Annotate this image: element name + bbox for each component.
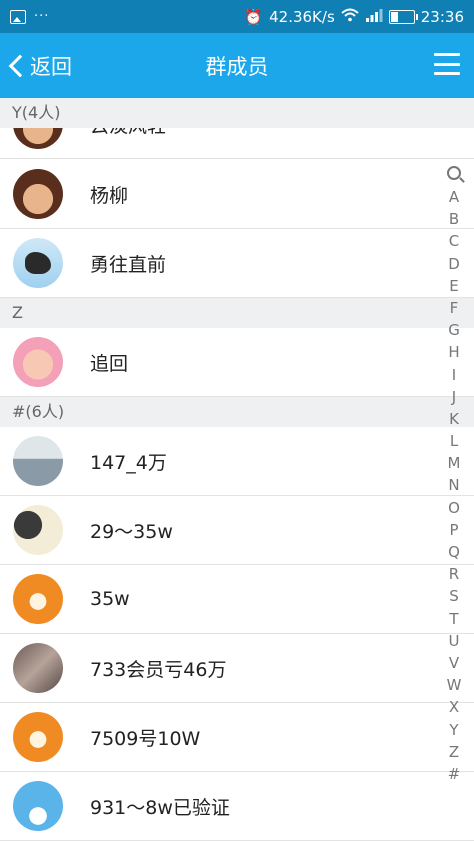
member-name: 733会员亏46万 (90, 658, 227, 681)
avatar (13, 505, 63, 555)
status-bar: ··· ⏰ 42.36K/s 23:36 (0, 0, 474, 33)
avatar (13, 128, 63, 149)
member-name: 931～8w已验证 (90, 796, 230, 819)
list-item[interactable]: 29～35w (0, 496, 474, 565)
section-header-hash: #(6人) (0, 397, 474, 427)
wifi-icon (341, 8, 359, 26)
index-letter-d[interactable]: D (448, 253, 460, 275)
list-item[interactable]: 杨柳 (0, 160, 474, 229)
index-letter-c[interactable]: C (449, 230, 459, 252)
list-item[interactable]: 7509号10W (0, 703, 474, 772)
index-letter-r[interactable]: R (449, 563, 459, 585)
search-icon[interactable] (447, 166, 461, 180)
index-letter-h[interactable]: H (448, 341, 459, 363)
list-item[interactable]: 35w (0, 565, 474, 634)
list-item[interactable]: 追回 (0, 328, 474, 397)
index-letter-p[interactable]: P (449, 519, 458, 541)
index-letter-m[interactable]: M (448, 452, 461, 474)
alarm-icon: ⏰ (244, 7, 264, 26)
more-dots-icon: ··· (34, 9, 50, 24)
list-item[interactable]: 733会员亏46万 (0, 634, 474, 703)
member-name: 7509号10W (90, 727, 201, 750)
index-letter-l[interactable]: L (450, 430, 458, 452)
index-letter-x[interactable]: X (449, 696, 459, 718)
index-letter-hash[interactable]: # (448, 763, 461, 785)
member-name: 杨柳 (90, 184, 129, 207)
index-letter-w[interactable]: W (447, 674, 462, 696)
avatar (13, 712, 63, 762)
avatar (13, 436, 63, 486)
hamburger-menu-icon[interactable] (434, 53, 460, 75)
index-letter-b[interactable]: B (449, 208, 459, 230)
avatar (13, 169, 63, 219)
index-letter-o[interactable]: O (448, 497, 460, 519)
avatar (13, 337, 63, 387)
battery-icon (388, 9, 418, 24)
member-name: 35w (90, 588, 130, 610)
index-letter-a[interactable]: A (449, 186, 459, 208)
index-letter-f[interactable]: F (450, 297, 459, 319)
section-header-z: Z (0, 298, 474, 328)
member-name: 勇往直前 (90, 253, 167, 276)
index-letter-i[interactable]: I (452, 364, 456, 386)
avatar (13, 238, 63, 288)
network-speed: 42.36K/s (269, 7, 335, 26)
avatar (13, 643, 63, 693)
member-name: 147_4万 (90, 451, 167, 474)
index-letter-y[interactable]: Y (449, 719, 458, 741)
index-letter-n[interactable]: N (448, 474, 459, 496)
index-letter-j[interactable]: J (452, 386, 456, 408)
index-letter-u[interactable]: U (449, 630, 460, 652)
index-letter-z[interactable]: Z (449, 741, 459, 763)
member-name: 29～35w (90, 520, 173, 543)
index-letter-v[interactable]: V (449, 652, 459, 674)
index-letter-g[interactable]: G (448, 319, 460, 341)
back-button[interactable]: 返回 (0, 51, 72, 81)
image-icon (10, 9, 26, 24)
list-item[interactable]: 147_4万 (0, 427, 474, 496)
app-header: 返回 群成员 (0, 33, 474, 98)
member-name: 云淡风轻 (90, 128, 166, 138)
list-item[interactable]: 勇往直前 (0, 229, 474, 298)
alphabet-index-bar[interactable]: A B C D E F G H I J K L M N O P Q R S T U V W X Y Z # (440, 162, 468, 785)
chevron-left-icon (8, 54, 32, 77)
index-letter-k[interactable]: K (449, 408, 459, 430)
member-name: 追回 (90, 352, 129, 375)
index-letter-s[interactable]: S (449, 585, 459, 607)
member-list[interactable]: Y(4人) 云淡风轻 杨柳 勇往直前 Z 追回 #(6人) 147_4万 29～… (0, 98, 474, 842)
list-item[interactable]: 云淡风轻 (0, 128, 474, 160)
index-letter-q[interactable]: Q (448, 541, 460, 563)
index-letter-e[interactable]: E (449, 275, 458, 297)
signal-icon (365, 8, 383, 26)
back-label: 返回 (30, 54, 72, 79)
section-header-y: Y(4人) (0, 98, 474, 128)
clock: 23:36 (420, 7, 464, 26)
avatar (13, 781, 63, 831)
avatar (13, 574, 63, 624)
list-item[interactable]: 931～8w已验证 (0, 772, 474, 841)
index-letter-t[interactable]: T (449, 608, 458, 630)
